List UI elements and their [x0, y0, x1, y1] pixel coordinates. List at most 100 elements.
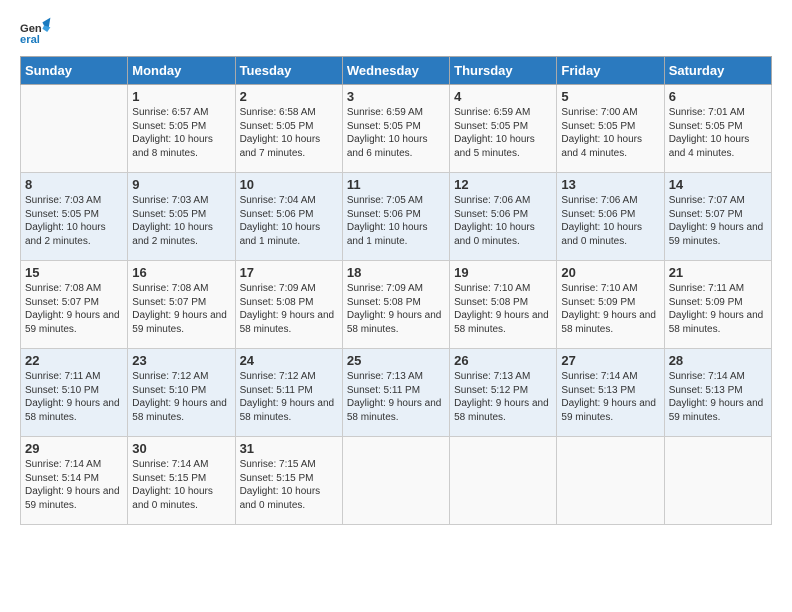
calendar-cell: 19 Sunrise: 7:10 AM Sunset: 5:08 PM Dayl…	[450, 261, 557, 349]
day-number: 16	[132, 265, 230, 280]
column-header-monday: Monday	[128, 57, 235, 85]
day-number: 19	[454, 265, 552, 280]
day-number: 28	[669, 353, 767, 368]
svg-text:Gen: Gen	[20, 23, 42, 35]
calendar-cell	[21, 85, 128, 173]
day-info: Sunrise: 7:12 AM Sunset: 5:10 PM Dayligh…	[132, 371, 227, 423]
day-info: Sunrise: 6:59 AM Sunset: 5:05 PM Dayligh…	[454, 107, 535, 159]
calendar-cell	[450, 437, 557, 525]
day-info: Sunrise: 7:05 AM Sunset: 5:06 PM Dayligh…	[347, 195, 428, 247]
day-info: Sunrise: 7:06 AM Sunset: 5:06 PM Dayligh…	[454, 195, 535, 247]
day-number: 21	[669, 265, 767, 280]
day-info: Sunrise: 7:11 AM Sunset: 5:10 PM Dayligh…	[25, 371, 120, 423]
calendar-cell: 1 Sunrise: 6:57 AM Sunset: 5:05 PM Dayli…	[128, 85, 235, 173]
calendar-week-row: 22 Sunrise: 7:11 AM Sunset: 5:10 PM Dayl…	[21, 349, 772, 437]
day-info: Sunrise: 6:58 AM Sunset: 5:05 PM Dayligh…	[240, 107, 321, 159]
day-info: Sunrise: 7:15 AM Sunset: 5:15 PM Dayligh…	[240, 459, 321, 511]
day-info: Sunrise: 6:57 AM Sunset: 5:05 PM Dayligh…	[132, 107, 213, 159]
svg-text:eral: eral	[20, 34, 40, 46]
day-info: Sunrise: 7:03 AM Sunset: 5:05 PM Dayligh…	[132, 195, 213, 247]
day-number: 1	[132, 89, 230, 104]
calendar-cell: 22 Sunrise: 7:11 AM Sunset: 5:10 PM Dayl…	[21, 349, 128, 437]
calendar-cell: 16 Sunrise: 7:08 AM Sunset: 5:07 PM Dayl…	[128, 261, 235, 349]
day-info: Sunrise: 7:14 AM Sunset: 5:13 PM Dayligh…	[561, 371, 656, 423]
calendar-cell	[557, 437, 664, 525]
calendar-cell: 20 Sunrise: 7:10 AM Sunset: 5:09 PM Dayl…	[557, 261, 664, 349]
day-number: 9	[132, 177, 230, 192]
calendar-cell: 31 Sunrise: 7:15 AM Sunset: 5:15 PM Dayl…	[235, 437, 342, 525]
calendar-cell: 3 Sunrise: 6:59 AM Sunset: 5:05 PM Dayli…	[342, 85, 449, 173]
calendar-cell: 11 Sunrise: 7:05 AM Sunset: 5:06 PM Dayl…	[342, 173, 449, 261]
calendar-cell: 29 Sunrise: 7:14 AM Sunset: 5:14 PM Dayl…	[21, 437, 128, 525]
calendar-cell: 12 Sunrise: 7:06 AM Sunset: 5:06 PM Dayl…	[450, 173, 557, 261]
calendar-week-row: 29 Sunrise: 7:14 AM Sunset: 5:14 PM Dayl…	[21, 437, 772, 525]
day-number: 6	[669, 89, 767, 104]
day-info: Sunrise: 7:08 AM Sunset: 5:07 PM Dayligh…	[25, 283, 120, 335]
day-info: Sunrise: 7:04 AM Sunset: 5:06 PM Dayligh…	[240, 195, 321, 247]
day-number: 2	[240, 89, 338, 104]
day-info: Sunrise: 7:10 AM Sunset: 5:09 PM Dayligh…	[561, 283, 656, 335]
day-number: 30	[132, 441, 230, 456]
calendar-header-row: SundayMondayTuesdayWednesdayThursdayFrid…	[21, 57, 772, 85]
calendar-cell: 24 Sunrise: 7:12 AM Sunset: 5:11 PM Dayl…	[235, 349, 342, 437]
calendar-cell: 13 Sunrise: 7:06 AM Sunset: 5:06 PM Dayl…	[557, 173, 664, 261]
column-header-friday: Friday	[557, 57, 664, 85]
calendar-cell	[664, 437, 771, 525]
day-number: 25	[347, 353, 445, 368]
day-number: 8	[25, 177, 123, 192]
day-info: Sunrise: 7:13 AM Sunset: 5:12 PM Dayligh…	[454, 371, 549, 423]
calendar-cell: 25 Sunrise: 7:13 AM Sunset: 5:11 PM Dayl…	[342, 349, 449, 437]
calendar-cell: 8 Sunrise: 7:03 AM Sunset: 5:05 PM Dayli…	[21, 173, 128, 261]
calendar-cell: 10 Sunrise: 7:04 AM Sunset: 5:06 PM Dayl…	[235, 173, 342, 261]
day-number: 5	[561, 89, 659, 104]
day-number: 15	[25, 265, 123, 280]
day-number: 14	[669, 177, 767, 192]
day-info: Sunrise: 7:03 AM Sunset: 5:05 PM Dayligh…	[25, 195, 106, 247]
column-header-sunday: Sunday	[21, 57, 128, 85]
calendar-cell: 2 Sunrise: 6:58 AM Sunset: 5:05 PM Dayli…	[235, 85, 342, 173]
day-number: 24	[240, 353, 338, 368]
calendar-cell: 23 Sunrise: 7:12 AM Sunset: 5:10 PM Dayl…	[128, 349, 235, 437]
day-number: 31	[240, 441, 338, 456]
day-number: 20	[561, 265, 659, 280]
day-info: Sunrise: 7:07 AM Sunset: 5:07 PM Dayligh…	[669, 195, 764, 247]
day-number: 4	[454, 89, 552, 104]
column-header-saturday: Saturday	[664, 57, 771, 85]
day-number: 23	[132, 353, 230, 368]
day-info: Sunrise: 7:09 AM Sunset: 5:08 PM Dayligh…	[347, 283, 442, 335]
day-number: 22	[25, 353, 123, 368]
day-info: Sunrise: 7:08 AM Sunset: 5:07 PM Dayligh…	[132, 283, 227, 335]
calendar-cell: 18 Sunrise: 7:09 AM Sunset: 5:08 PM Dayl…	[342, 261, 449, 349]
day-info: Sunrise: 7:01 AM Sunset: 5:05 PM Dayligh…	[669, 107, 750, 159]
calendar-cell: 17 Sunrise: 7:09 AM Sunset: 5:08 PM Dayl…	[235, 261, 342, 349]
calendar-week-row: 8 Sunrise: 7:03 AM Sunset: 5:05 PM Dayli…	[21, 173, 772, 261]
calendar-cell	[342, 437, 449, 525]
column-header-tuesday: Tuesday	[235, 57, 342, 85]
calendar-cell: 5 Sunrise: 7:00 AM Sunset: 5:05 PM Dayli…	[557, 85, 664, 173]
calendar-week-row: 1 Sunrise: 6:57 AM Sunset: 5:05 PM Dayli…	[21, 85, 772, 173]
day-info: Sunrise: 7:06 AM Sunset: 5:06 PM Dayligh…	[561, 195, 642, 247]
day-number: 13	[561, 177, 659, 192]
day-number: 10	[240, 177, 338, 192]
day-info: Sunrise: 7:14 AM Sunset: 5:14 PM Dayligh…	[25, 459, 120, 511]
day-number: 29	[25, 441, 123, 456]
day-info: Sunrise: 6:59 AM Sunset: 5:05 PM Dayligh…	[347, 107, 428, 159]
day-info: Sunrise: 7:11 AM Sunset: 5:09 PM Dayligh…	[669, 283, 764, 335]
day-info: Sunrise: 7:13 AM Sunset: 5:11 PM Dayligh…	[347, 371, 442, 423]
day-number: 26	[454, 353, 552, 368]
calendar-cell: 30 Sunrise: 7:14 AM Sunset: 5:15 PM Dayl…	[128, 437, 235, 525]
calendar-cell: 6 Sunrise: 7:01 AM Sunset: 5:05 PM Dayli…	[664, 85, 771, 173]
calendar-cell: 21 Sunrise: 7:11 AM Sunset: 5:09 PM Dayl…	[664, 261, 771, 349]
calendar-cell: 14 Sunrise: 7:07 AM Sunset: 5:07 PM Dayl…	[664, 173, 771, 261]
logo: Gen eral	[20, 16, 56, 48]
day-number: 12	[454, 177, 552, 192]
day-info: Sunrise: 7:00 AM Sunset: 5:05 PM Dayligh…	[561, 107, 642, 159]
day-number: 3	[347, 89, 445, 104]
day-info: Sunrise: 7:14 AM Sunset: 5:13 PM Dayligh…	[669, 371, 764, 423]
calendar-cell: 27 Sunrise: 7:14 AM Sunset: 5:13 PM Dayl…	[557, 349, 664, 437]
calendar-cell: 26 Sunrise: 7:13 AM Sunset: 5:12 PM Dayl…	[450, 349, 557, 437]
day-number: 17	[240, 265, 338, 280]
day-number: 11	[347, 177, 445, 192]
column-header-wednesday: Wednesday	[342, 57, 449, 85]
calendar-cell: 9 Sunrise: 7:03 AM Sunset: 5:05 PM Dayli…	[128, 173, 235, 261]
